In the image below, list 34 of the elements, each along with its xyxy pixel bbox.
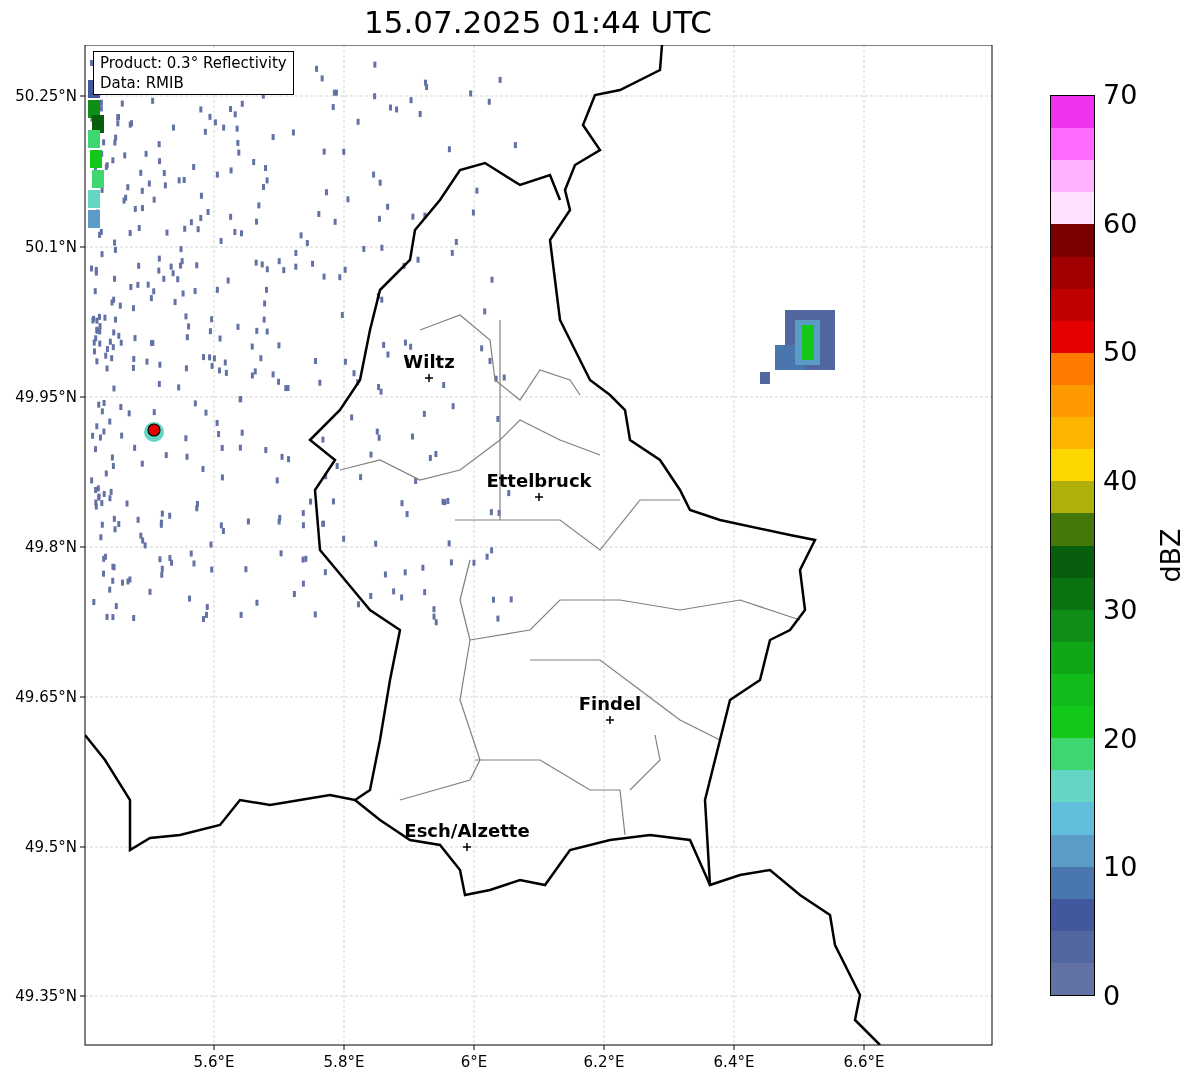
y-tick-label: 49.8°N xyxy=(24,538,77,556)
city-label: Findel xyxy=(578,693,642,714)
colorbar-tick-label: 40 xyxy=(1103,467,1138,495)
colorbar-tick-label: 20 xyxy=(1103,724,1138,752)
radar-site-icon xyxy=(144,422,164,442)
city-label: Wiltz xyxy=(403,351,455,372)
chart-title: 15.07.2025 01:44 UTC xyxy=(364,7,712,38)
colorbar-tick-label: 0 xyxy=(1103,982,1121,1009)
colorbar-tick-label: 60 xyxy=(1103,209,1138,237)
x-tick-label: 6°E xyxy=(460,1053,488,1071)
city-label: Esch/Alzette xyxy=(404,820,530,841)
city-label: Ettelbruck xyxy=(486,470,592,491)
y-tick-label: 50.25°N xyxy=(15,87,77,105)
colorbar-tick-label: 30 xyxy=(1103,595,1138,623)
city-marker-icon xyxy=(605,715,615,725)
colorbar-tick-label: 10 xyxy=(1103,853,1138,881)
y-tick-label: 49.65°N xyxy=(15,688,77,706)
x-tick-label: 6.4°E xyxy=(713,1053,755,1071)
colorbar-tick-label: 50 xyxy=(1103,338,1138,366)
x-tick-label: 5.6°E xyxy=(193,1053,235,1071)
info-text: Product: 0.3° Reflectivity xyxy=(100,53,287,73)
x-tick-label: 5.8°E xyxy=(323,1053,365,1071)
x-tick-label: 6.6°E xyxy=(843,1053,885,1071)
colorbar-label: dBZ xyxy=(1156,527,1184,583)
info-text: Data: RMIB xyxy=(100,73,185,93)
x-tick-label: 6.2°E xyxy=(583,1053,625,1071)
colorbar-tick-label: 70 xyxy=(1103,81,1138,108)
city-marker-icon xyxy=(424,373,434,383)
city-marker-icon xyxy=(534,492,544,502)
y-tick-label: 50.1°N xyxy=(24,238,77,256)
y-tick-label: 49.95°N xyxy=(15,388,77,406)
y-tick-label: 49.5°N xyxy=(24,838,77,856)
city-marker-icon xyxy=(462,842,472,852)
y-tick-label: 49.35°N xyxy=(15,987,77,1005)
